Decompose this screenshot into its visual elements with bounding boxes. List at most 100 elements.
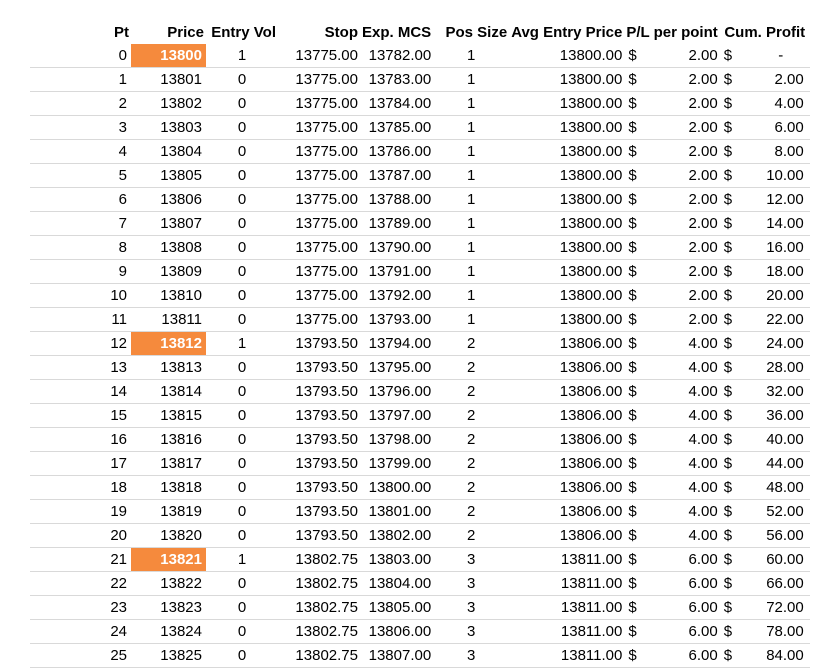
cell-avg-entry[interactable]: 13806.00 [509, 379, 625, 404]
cell-cum[interactable]: 14.00 [737, 211, 810, 236]
cell-stop[interactable]: 13793.50 [278, 379, 360, 404]
cell-entry-vol[interactable]: 0 [206, 595, 278, 620]
cell-exp-mcs[interactable]: 13803.00 [360, 547, 434, 572]
cell-pl-currency[interactable]: $ [624, 595, 644, 620]
cell-pl[interactable]: 6.00 [643, 643, 720, 668]
cell-pl-currency[interactable]: $ [624, 571, 644, 596]
cell-pt[interactable]: 24 [30, 619, 131, 644]
cell-cum[interactable]: 2.00 [737, 67, 810, 92]
cell-price[interactable]: 13814 [131, 379, 206, 404]
cell-pl-currency[interactable]: $ [624, 331, 644, 356]
cell-price[interactable]: 13802 [131, 91, 206, 116]
cell-pt[interactable]: 18 [30, 475, 131, 500]
cell-price[interactable]: 13816 [131, 427, 206, 452]
cell-pl[interactable]: 4.00 [643, 331, 720, 356]
cell-cum[interactable]: 16.00 [737, 235, 810, 260]
cell-exp-mcs[interactable]: 13783.00 [360, 67, 434, 92]
cell-pl[interactable]: 4.00 [643, 475, 720, 500]
cell-pl[interactable]: 2.00 [643, 283, 720, 308]
cell-exp-mcs[interactable]: 13801.00 [360, 499, 434, 524]
cell-avg-entry[interactable]: 13811.00 [509, 595, 625, 620]
cell-pos-size[interactable]: 2 [433, 403, 510, 428]
cell-cum[interactable]: 48.00 [737, 475, 810, 500]
cell-price[interactable]: 13804 [131, 139, 206, 164]
cell-price[interactable]: 13825 [131, 643, 206, 668]
cell-avg-entry[interactable]: 13800.00 [509, 283, 625, 308]
cell-pl[interactable]: 2.00 [643, 163, 720, 188]
cell-exp-mcs[interactable]: 13796.00 [360, 379, 434, 404]
cell-cum-currency[interactable]: $ [719, 187, 738, 212]
cell-entry-vol[interactable]: 0 [206, 163, 278, 188]
header-price[interactable]: Price [131, 20, 206, 44]
cell-pt[interactable]: 20 [30, 523, 131, 548]
cell-pl-currency[interactable]: $ [624, 547, 644, 572]
cell-pos-size[interactable]: 3 [433, 643, 510, 668]
cell-stop[interactable]: 13775.00 [278, 283, 360, 308]
header-stop[interactable]: Stop [278, 20, 360, 44]
cell-cum-currency[interactable]: $ [719, 115, 738, 140]
cell-cum-currency[interactable]: $ [719, 44, 738, 68]
cell-cum[interactable]: 56.00 [737, 523, 810, 548]
cell-stop[interactable]: 13793.50 [278, 499, 360, 524]
cell-cum[interactable]: 44.00 [737, 451, 810, 476]
cell-pos-size[interactable]: 1 [433, 91, 510, 116]
cell-avg-entry[interactable]: 13800.00 [509, 115, 625, 140]
cell-pt[interactable]: 22 [30, 571, 131, 596]
cell-entry-vol[interactable]: 0 [206, 139, 278, 164]
cell-pt[interactable]: 10 [30, 283, 131, 308]
cell-exp-mcs[interactable]: 13804.00 [360, 571, 434, 596]
cell-price[interactable]: 13803 [131, 115, 206, 140]
cell-avg-entry[interactable]: 13806.00 [509, 355, 625, 380]
cell-entry-vol[interactable]: 0 [206, 307, 278, 332]
cell-pl[interactable]: 6.00 [643, 595, 720, 620]
cell-avg-entry[interactable]: 13806.00 [509, 331, 625, 356]
cell-exp-mcs[interactable]: 13795.00 [360, 355, 434, 380]
cell-pl[interactable]: 6.00 [643, 571, 720, 596]
cell-pl-currency[interactable]: $ [624, 44, 644, 68]
cell-pl-currency[interactable]: $ [624, 283, 644, 308]
header-exp-mcs[interactable]: Exp. MCS [360, 20, 433, 44]
cell-entry-vol[interactable]: 1 [206, 547, 278, 572]
cell-cum-currency[interactable]: $ [719, 643, 738, 668]
cell-price[interactable]: 13813 [131, 355, 206, 380]
cell-exp-mcs[interactable]: 13805.00 [360, 595, 434, 620]
cell-cum-currency[interactable]: $ [719, 355, 738, 380]
cell-stop[interactable]: 13802.75 [278, 643, 360, 668]
cell-cum-currency[interactable]: $ [719, 595, 738, 620]
cell-cum-currency[interactable]: $ [719, 427, 738, 452]
cell-stop[interactable]: 13775.00 [278, 235, 360, 260]
cell-pt[interactable]: 4 [30, 139, 131, 164]
cell-pl[interactable]: 2.00 [643, 91, 720, 116]
cell-cum[interactable]: 24.00 [737, 331, 810, 356]
cell-price[interactable]: 13818 [131, 475, 206, 500]
cell-cum-currency[interactable]: $ [719, 571, 738, 596]
cell-stop[interactable]: 13793.50 [278, 451, 360, 476]
cell-pl-currency[interactable]: $ [624, 451, 644, 476]
cell-exp-mcs[interactable]: 13794.00 [360, 331, 434, 356]
cell-price[interactable]: 13812 [131, 331, 206, 356]
cell-price[interactable]: 13808 [131, 235, 206, 260]
cell-pos-size[interactable]: 1 [433, 211, 510, 236]
cell-pl[interactable]: 2.00 [643, 211, 720, 236]
cell-pos-size[interactable]: 1 [433, 139, 510, 164]
cell-pl-currency[interactable]: $ [624, 211, 644, 236]
cell-pos-size[interactable]: 2 [433, 523, 510, 548]
cell-cum-currency[interactable]: $ [719, 451, 738, 476]
cell-pos-size[interactable]: 1 [433, 67, 510, 92]
cell-pt[interactable]: 3 [30, 115, 131, 140]
cell-pl-currency[interactable]: $ [624, 235, 644, 260]
cell-pos-size[interactable]: 1 [433, 187, 510, 212]
cell-pt[interactable]: 11 [30, 307, 131, 332]
cell-cum[interactable]: 40.00 [737, 427, 810, 452]
cell-cum[interactable]: 28.00 [737, 355, 810, 380]
cell-pl[interactable]: 2.00 [643, 307, 720, 332]
cell-pos-size[interactable]: 1 [433, 163, 510, 188]
cell-avg-entry[interactable]: 13806.00 [509, 403, 625, 428]
cell-pos-size[interactable]: 2 [433, 355, 510, 380]
cell-pl-currency[interactable]: $ [624, 91, 644, 116]
cell-cum[interactable]: - [737, 44, 810, 68]
cell-pl-currency[interactable]: $ [624, 379, 644, 404]
cell-exp-mcs[interactable]: 13782.00 [360, 44, 434, 68]
cell-stop[interactable]: 13775.00 [278, 139, 360, 164]
cell-exp-mcs[interactable]: 13792.00 [360, 283, 434, 308]
